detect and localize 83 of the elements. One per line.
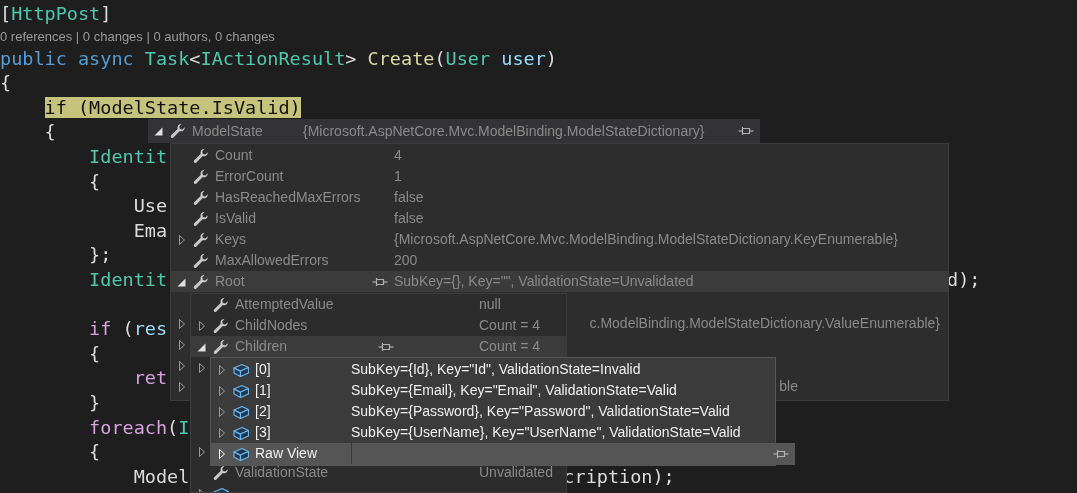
expand-arrow-icon[interactable] — [217, 384, 227, 397]
code-line: { — [88, 341, 101, 366]
property-value: 200 — [394, 252, 418, 268]
code-line: { — [88, 169, 101, 194]
code-line: [HttpPost] — [0, 2, 112, 26]
datatip-row[interactable]: Raw View — [211, 443, 795, 465]
property-name: MaxAllowedErrors — [215, 251, 329, 270]
property-name: [3] — [255, 423, 271, 442]
datatip-row[interactable]: [0] SubKey={Id}, Key="Id", ValidationState=Invalid — [211, 359, 775, 380]
property-value: Count = 4 — [479, 317, 541, 333]
datatip-row[interactable]: [3] SubKey={UserName}, Key="UserName", ValidationState=Valid — [211, 422, 775, 443]
property-name: ChildNodes — [235, 316, 308, 335]
property-name: [2] — [255, 402, 271, 421]
property-name: IsValid — [215, 209, 256, 228]
code-line: { — [88, 440, 101, 465]
code-line: }; — [88, 243, 112, 268]
property-value: {Microsoft.AspNetCore.Mvc.ModelBinding.ModelStateDictionary.KeyEnumerable} — [394, 231, 898, 247]
property-value: SubKey={Email}, Key="Email", ValidationState=Valid — [351, 382, 677, 398]
cube-icon — [233, 403, 249, 420]
code-line: { — [0, 71, 12, 96]
property-value: ble — [779, 378, 798, 394]
wrench-icon — [213, 317, 229, 334]
expand-arrow-icon[interactable] — [217, 405, 227, 418]
cube-icon — [233, 424, 249, 441]
wrench-icon — [193, 273, 209, 290]
wrench-icon — [170, 123, 186, 139]
code-line: d); — [947, 267, 981, 292]
wrench-icon — [193, 168, 209, 185]
wrench-icon — [193, 210, 209, 227]
code-line: public async Task<IActionResult> Create(User user) — [0, 46, 557, 71]
property-name: Raw View — [255, 444, 317, 463]
pin-icon[interactable] — [773, 447, 789, 460]
property-value: {Microsoft.AspNetCore.Mvc.ModelBinding.ModelStateDictionary} — [303, 123, 705, 139]
property-value: null — [479, 296, 501, 312]
property-name: Keys — [215, 230, 247, 249]
wrench-icon — [193, 252, 209, 269]
code-line: Use — [132, 194, 168, 219]
wrench-icon — [193, 189, 209, 206]
property-name: ErrorCount — [215, 167, 284, 186]
code-line: Identit — [88, 144, 168, 169]
property-name: AttemptedValue — [235, 295, 334, 314]
property-value: c.ModelBinding.ModelStateDictionary.ValueEnumerable} — [589, 315, 940, 331]
datatip-row[interactable]: [1] SubKey={Email}, Key="Email", ValidationState=Valid — [211, 380, 775, 401]
property-value: SubKey={}, Key="", ValidationState=Unvalidated — [394, 273, 694, 289]
property-value: Count = 4 — [479, 338, 541, 354]
wrench-icon — [213, 296, 229, 313]
property-value: SubKey={Id}, Key="Id", ValidationState=Invalid — [351, 361, 641, 377]
property-name: ValidationState — [235, 463, 329, 482]
code-line: Ema — [132, 218, 168, 243]
code-line: { — [43, 120, 56, 145]
datatip-row[interactable]: [2] SubKey={Password}, Key="Password", ValidationState=Valid — [211, 401, 775, 422]
code-line: ret — [132, 366, 168, 391]
code-line: if (res — [88, 317, 168, 342]
property-name: Count — [215, 146, 253, 165]
property-name: [1] — [255, 381, 271, 400]
property-value: 1 — [394, 168, 402, 184]
code-line: foreach(I — [88, 415, 190, 440]
property-value: false — [394, 189, 424, 205]
expand-arrow-icon[interactable] — [217, 363, 227, 376]
wrench-icon — [193, 231, 209, 248]
code-line: } — [88, 390, 101, 415]
cube-icon — [233, 361, 249, 378]
cube-icon — [233, 445, 249, 462]
property-name: ModelState — [192, 122, 263, 141]
wrench-icon — [213, 464, 229, 481]
code-line: Identit — [88, 267, 168, 292]
wrench-icon — [193, 147, 209, 164]
property-name: HasReachedMaxErrors — [215, 188, 361, 207]
wrench-icon — [213, 338, 229, 355]
property-value: false — [394, 210, 424, 226]
codelens-info[interactable]: 0 references | 0 changes | 0 authors, 0 changes — [0, 26, 275, 47]
property-name: [0] — [255, 360, 271, 379]
expand-arrow-icon[interactable] — [217, 426, 227, 439]
code-line: cription); — [563, 464, 675, 489]
property-name: Children — [235, 337, 288, 356]
cube-icon — [233, 382, 249, 399]
property-value: SubKey={UserName}, Key="UserName", ValidationState=Valid — [351, 424, 741, 440]
code-line: Model — [132, 464, 190, 489]
expand-arrow-icon[interactable] — [217, 447, 227, 460]
property-value: 4 — [394, 147, 402, 163]
property-name: Root — [215, 272, 245, 291]
property-value: SubKey={Password}, Key="Password", ValidationState=Valid — [351, 403, 730, 419]
property-value: Unvalidated — [479, 464, 553, 480]
